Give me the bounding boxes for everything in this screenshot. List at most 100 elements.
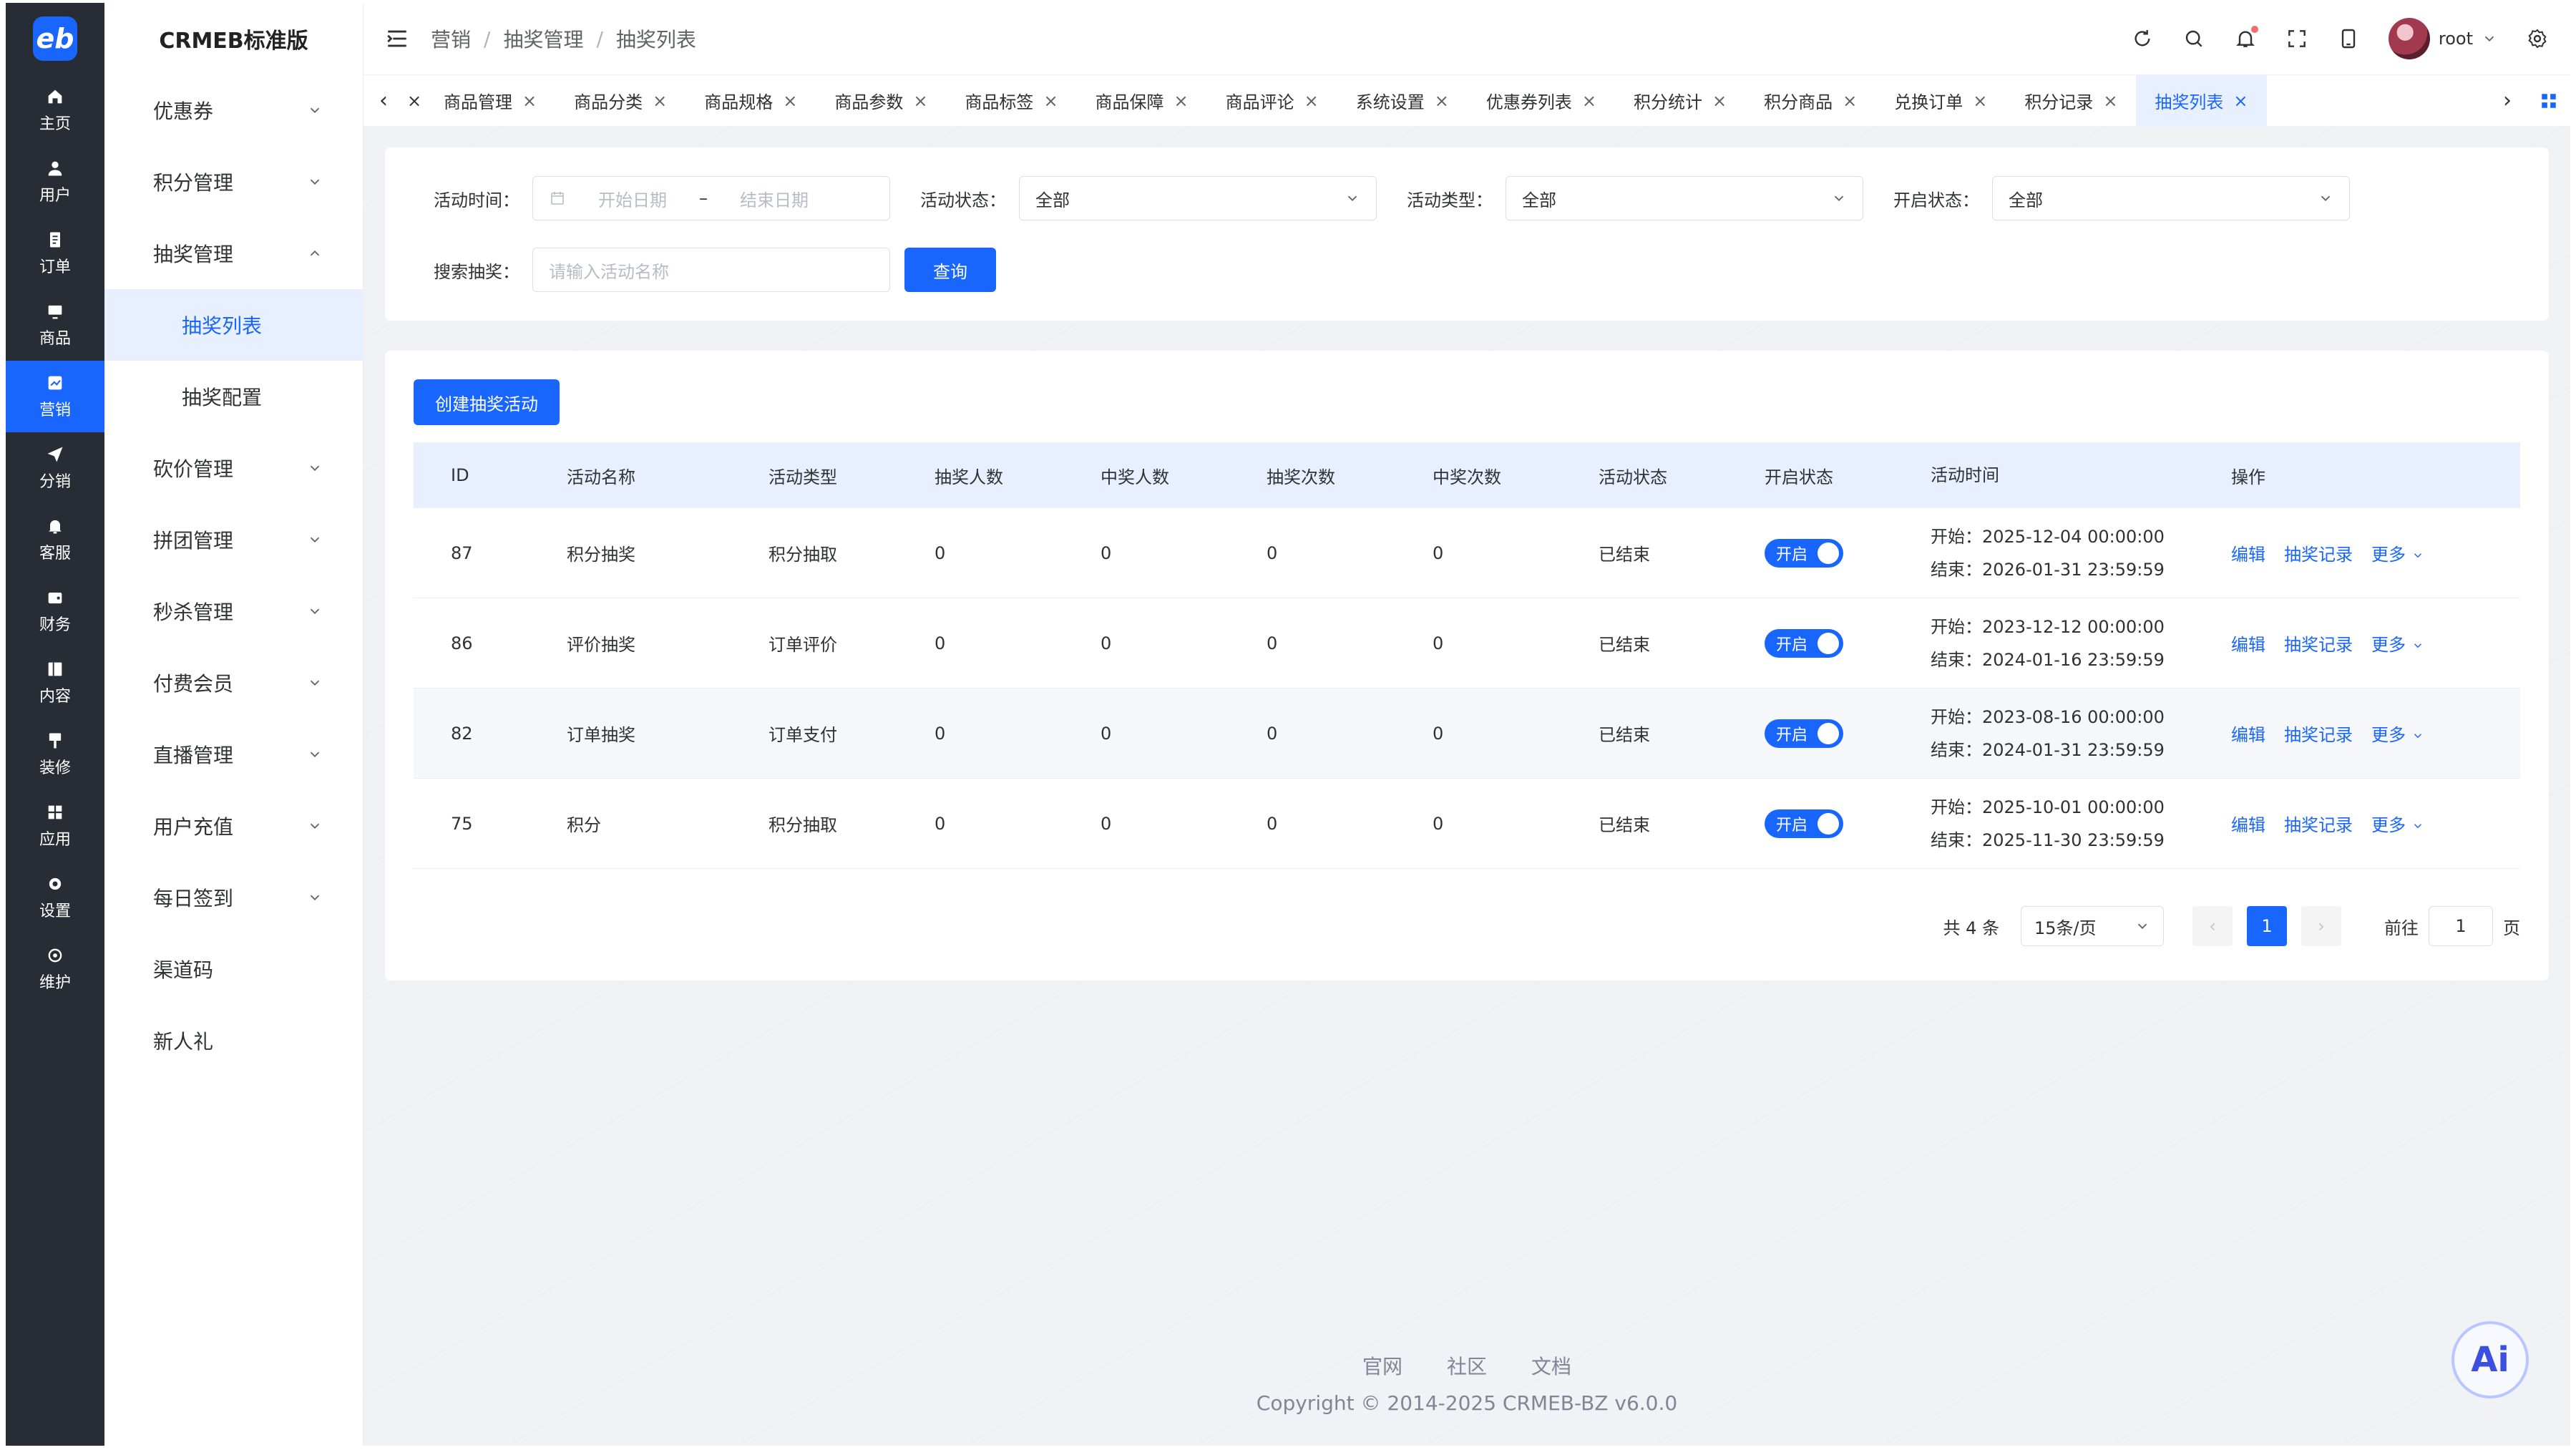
activity-type-select[interactable]: 全部 (1506, 176, 1863, 220)
tabs-menu-grid-icon[interactable] (2527, 92, 2570, 110)
submenu-item[interactable]: 直播管理 (104, 719, 363, 790)
rail-item-distribution[interactable]: 分销 (6, 432, 104, 504)
footer-link[interactable]: 文档 (1531, 1351, 1571, 1380)
edit-link[interactable]: 编辑 (2231, 631, 2265, 656)
tabs-scroll-right-icon[interactable]: › (2487, 88, 2527, 113)
refresh-icon[interactable] (2131, 27, 2154, 50)
tab[interactable]: 商品管理 × (425, 75, 555, 127)
close-icon[interactable]: × (1582, 91, 1596, 111)
close-icon[interactable]: × (1304, 91, 1319, 111)
rail-item-settings[interactable]: 设置 (6, 862, 104, 933)
lottery-records-link[interactable]: 抽奖记录 (2284, 540, 2353, 565)
page-number-current[interactable]: 1 (2247, 906, 2287, 946)
close-icon[interactable]: × (522, 91, 537, 111)
tab-active[interactable]: 抽奖列表 × (2136, 74, 2267, 127)
close-icon[interactable]: × (783, 91, 797, 111)
close-icon[interactable]: × (1043, 91, 1058, 111)
submenu-item[interactable]: 新人礼 (104, 1005, 363, 1076)
close-icon[interactable]: × (1435, 91, 1449, 111)
more-dropdown[interactable]: 更多 (2371, 540, 2424, 565)
breadcrumb-item[interactable]: 营销 (431, 24, 471, 53)
rail-item-home[interactable]: 主页 (6, 74, 104, 146)
close-icon[interactable]: × (2233, 91, 2248, 111)
mobile-preview-icon[interactable] (2337, 27, 2360, 50)
open-status-select[interactable]: 全部 (1992, 176, 2350, 220)
tab[interactable]: 优惠券列表 × (1468, 75, 1615, 127)
brand-logo[interactable]: eb (6, 3, 104, 74)
submenu-item[interactable]: 每日签到 (104, 862, 363, 933)
close-icon[interactable]: × (913, 91, 927, 111)
tab[interactable]: 积分记录 × (2006, 75, 2136, 127)
rail-item-content[interactable]: 内容 (6, 647, 104, 719)
rail-item-maintain[interactable]: 维护 (6, 933, 104, 1005)
edit-link[interactable]: 编辑 (2231, 540, 2265, 565)
prev-page-button[interactable]: ‹ (2192, 906, 2233, 946)
fullscreen-icon[interactable] (2285, 27, 2308, 50)
activity-status-select[interactable]: 全部 (1019, 176, 1377, 220)
close-icon[interactable]: × (1712, 91, 1727, 111)
end-date-input[interactable]: 结束日期 (721, 186, 828, 211)
close-icon[interactable]: × (2103, 91, 2117, 111)
create-lottery-button[interactable]: 创建抽奖活动 (414, 379, 560, 425)
rail-item-marketing[interactable]: 营销 (6, 361, 104, 432)
tab[interactable]: 商品保障 × (1077, 75, 1207, 127)
tab[interactable]: 兑换订单 × (1875, 75, 2006, 127)
tabs-scroll-left-icon[interactable]: ‹ (364, 88, 404, 113)
submenu-item[interactable]: 拼团管理 (104, 504, 363, 575)
tab[interactable]: 系统设置 × (1337, 75, 1468, 127)
tab[interactable]: 商品参数 × (816, 75, 946, 127)
open-toggle-switch[interactable]: 开启 (1765, 719, 1843, 748)
tab[interactable]: 积分商品 × (1745, 75, 1875, 127)
tabs-close-all-icon[interactable]: × (404, 91, 425, 111)
rail-item-user[interactable]: 用户 (6, 146, 104, 218)
lottery-records-link[interactable]: 抽奖记录 (2284, 721, 2353, 746)
date-range-picker[interactable]: 开始日期 – 结束日期 (532, 176, 890, 220)
tab[interactable]: 积分统计 × (1615, 75, 1745, 127)
settings-gear-icon[interactable] (2526, 27, 2549, 50)
lottery-records-link[interactable]: 抽奖记录 (2284, 631, 2353, 656)
submenu-item[interactable]: 积分管理 (104, 146, 363, 218)
rail-item-apps[interactable]: 应用 (6, 790, 104, 862)
submenu-subitem[interactable]: 抽奖配置 (104, 361, 363, 432)
tab[interactable]: 商品分类 × (555, 75, 686, 127)
submenu-item[interactable]: 秒杀管理 (104, 575, 363, 647)
tab[interactable]: 商品评论 × (1207, 75, 1337, 127)
lottery-records-link[interactable]: 抽奖记录 (2284, 811, 2353, 836)
close-icon[interactable]: × (653, 91, 667, 111)
rail-item-product[interactable]: 商品 (6, 289, 104, 361)
page-size-select[interactable]: 15条/页 (2021, 906, 2164, 946)
more-dropdown[interactable]: 更多 (2371, 811, 2424, 836)
close-icon[interactable]: × (1973, 91, 1987, 111)
next-page-button[interactable]: › (2301, 906, 2341, 946)
submenu-item[interactable]: 抽奖管理 (104, 218, 363, 289)
menu-toggle-icon[interactable] (385, 26, 409, 51)
search-icon[interactable] (2182, 27, 2205, 50)
submenu-subitem[interactable]: 抽奖列表 (104, 289, 363, 361)
tab[interactable]: 商品规格 × (686, 75, 816, 127)
submenu-item[interactable]: 砍价管理 (104, 432, 363, 504)
more-dropdown[interactable]: 更多 (2371, 721, 2424, 746)
open-toggle-switch[interactable]: 开启 (1765, 538, 1843, 568)
footer-link[interactable]: 官网 (1362, 1351, 1402, 1380)
open-toggle-switch[interactable]: 开启 (1765, 628, 1843, 658)
rail-item-finance[interactable]: 财务 (6, 575, 104, 647)
submenu-item[interactable]: 渠道码 (104, 933, 363, 1005)
edit-link[interactable]: 编辑 (2231, 721, 2265, 746)
breadcrumb-item[interactable]: 抽奖管理 (503, 24, 583, 53)
close-icon[interactable]: × (1843, 91, 1857, 111)
submenu-item[interactable]: 用户充值 (104, 790, 363, 862)
ai-assistant-button[interactable]: Ai (2451, 1321, 2529, 1398)
rail-item-decoration[interactable]: 装修 (6, 719, 104, 790)
close-icon[interactable]: × (1174, 91, 1189, 111)
footer-link[interactable]: 社区 (1447, 1351, 1487, 1380)
more-dropdown[interactable]: 更多 (2371, 631, 2424, 656)
search-input[interactable]: 请输入活动名称 (532, 248, 890, 292)
submenu-item[interactable]: 优惠券 (104, 74, 363, 146)
open-toggle-switch[interactable]: 开启 (1765, 809, 1843, 838)
query-button[interactable]: 查询 (904, 248, 996, 292)
goto-page-input[interactable]: 1 (2429, 906, 2493, 946)
rail-item-service[interactable]: 客服 (6, 504, 104, 575)
rail-item-order[interactable]: 订单 (6, 218, 104, 289)
start-date-input[interactable]: 开始日期 (579, 186, 686, 211)
tab[interactable]: 商品标签 × (946, 75, 1076, 127)
